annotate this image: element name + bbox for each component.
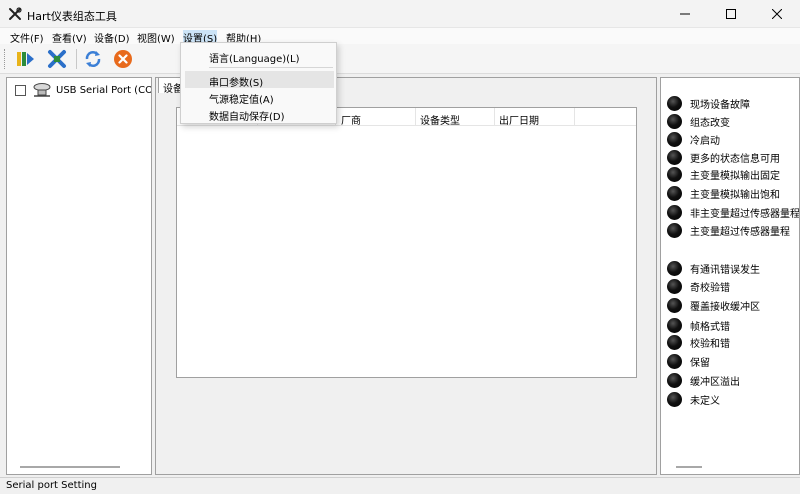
status-led-icon	[667, 298, 682, 313]
window-title: Hart仪表组态工具	[27, 10, 117, 23]
status-row: 冷启动	[667, 132, 720, 147]
status-label: 主变量模拟输出固定	[690, 171, 780, 182]
status-led-icon	[667, 335, 682, 350]
maximize-icon	[726, 9, 736, 19]
close-icon	[772, 9, 782, 19]
status-row: 更多的状态信息可用	[667, 150, 780, 165]
status-led-icon	[667, 186, 682, 201]
menu-item-serial-params[interactable]: 串口参数(S)	[185, 71, 334, 89]
refresh-button[interactable]	[82, 48, 104, 70]
status-row: 未定义	[667, 392, 720, 407]
status-label: 主变量超过传感器量程	[690, 227, 790, 238]
status-bar-text: Serial port Setting	[6, 480, 97, 491]
status-row: 帧格式错	[667, 318, 730, 333]
settings-dropdown-menu: 语言(Language)(L) 串口参数(S) 气源稳定值(A) 数据自动保存(…	[180, 42, 337, 124]
status-led-icon	[667, 132, 682, 147]
refresh-icon	[85, 51, 101, 67]
toolbar-separator	[76, 49, 77, 69]
status-led-icon	[667, 167, 682, 182]
status-led-icon	[667, 279, 682, 294]
status-row: 校验和错	[667, 335, 730, 350]
status-led-icon	[667, 261, 682, 276]
status-indicator-panel: 现场设备故障 组态改变 冷启动 更多的状态信息可用 主变量模拟输出固定 主变量模…	[660, 77, 800, 475]
device-tree-panel: USB Serial Port (COM	[6, 77, 152, 475]
status-led-icon	[667, 392, 682, 407]
column-divider[interactable]	[415, 108, 416, 126]
status-row: 主变量超过传感器量程	[667, 223, 790, 238]
disconnect-button[interactable]	[46, 48, 68, 70]
app-logo-icon	[9, 7, 22, 20]
tree-item-serial-port[interactable]: USB Serial Port (COM	[15, 82, 152, 98]
status-label: 未定义	[690, 396, 720, 407]
status-label: 校验和错	[690, 339, 730, 350]
status-row: 覆盖接收缓冲区	[667, 298, 760, 313]
status-label: 冷启动	[690, 136, 720, 147]
status-row: 有通讯错误发生	[667, 261, 760, 276]
connect-icon	[17, 52, 34, 66]
status-led-icon	[667, 373, 682, 388]
device-checkbox[interactable]	[15, 84, 26, 96]
status-led-icon	[667, 223, 682, 238]
connect-button[interactable]	[14, 48, 36, 70]
status-label: 帧格式错	[690, 322, 730, 333]
menu-item-air-supply-stable[interactable]: 气源稳定值(A)	[185, 88, 334, 106]
menu-separator	[209, 67, 333, 68]
status-label: 现场设备故障	[690, 100, 750, 111]
menu-item-auto-save[interactable]: 数据自动保存(D)	[185, 105, 334, 123]
right-panel-scrollbar[interactable]	[676, 466, 702, 468]
minimize-button[interactable]	[662, 0, 708, 28]
toolbar-grip[interactable]	[4, 49, 7, 69]
status-row: 主变量模拟输出饱和	[667, 186, 780, 201]
status-bar: Serial port Setting	[0, 477, 800, 494]
menu-bar: 文件(F) 查看(V) 设备(D) 视图(W) 设置(S) 帮助(H)	[0, 28, 800, 45]
status-row: 缓冲区溢出	[667, 373, 740, 388]
status-label: 缓冲区溢出	[690, 377, 740, 388]
column-header-vendor[interactable]: 厂商	[341, 112, 361, 127]
stop-button[interactable]	[112, 48, 134, 70]
status-label: 组态改变	[690, 118, 730, 129]
status-row: 组态改变	[667, 114, 730, 129]
column-divider[interactable]	[494, 108, 495, 126]
column-divider[interactable]	[574, 108, 575, 126]
status-led-icon	[667, 150, 682, 165]
status-led-icon	[667, 205, 682, 220]
status-label: 主变量模拟输出饱和	[690, 190, 780, 201]
status-label: 非主变量超过传感器量程	[690, 209, 800, 220]
menu-item-language[interactable]: 语言(Language)(L)	[185, 47, 334, 65]
stop-icon	[114, 50, 132, 68]
menu-window[interactable]: 视图(W)	[137, 30, 175, 45]
status-row: 保留	[667, 354, 710, 369]
status-row: 奇校验错	[667, 279, 730, 294]
device-list: 厂商 设备类型 出厂日期	[176, 107, 637, 378]
column-header-device-type[interactable]: 设备类型	[420, 112, 460, 127]
maximize-button[interactable]	[708, 0, 754, 28]
status-led-icon	[667, 114, 682, 129]
column-header-manufacture-date[interactable]: 出厂日期	[499, 112, 539, 127]
left-panel-scrollbar[interactable]	[20, 466, 120, 468]
serial-port-icon	[33, 83, 51, 97]
status-row: 主变量模拟输出固定	[667, 167, 780, 182]
title-bar: Hart仪表组态工具	[0, 0, 800, 28]
status-label: 覆盖接收缓冲区	[690, 302, 760, 313]
menu-view[interactable]: 查看(V)	[52, 30, 87, 45]
status-led-icon	[667, 96, 682, 111]
status-label: 奇校验错	[690, 283, 730, 294]
close-button[interactable]	[754, 0, 800, 28]
status-led-icon	[667, 318, 682, 333]
toolbar	[0, 44, 800, 74]
disconnect-icon	[48, 50, 66, 68]
tree-item-label: USB Serial Port (COM	[56, 84, 152, 96]
status-label: 更多的状态信息可用	[690, 154, 780, 165]
status-led-icon	[667, 354, 682, 369]
status-row: 现场设备故障	[667, 96, 750, 111]
menu-file[interactable]: 文件(F)	[10, 30, 44, 45]
status-row: 非主变量超过传感器量程	[667, 205, 800, 220]
menu-device[interactable]: 设备(D)	[94, 30, 130, 45]
status-label: 保留	[690, 358, 710, 369]
status-label: 有通讯错误发生	[690, 265, 760, 276]
minimize-icon	[680, 13, 690, 15]
